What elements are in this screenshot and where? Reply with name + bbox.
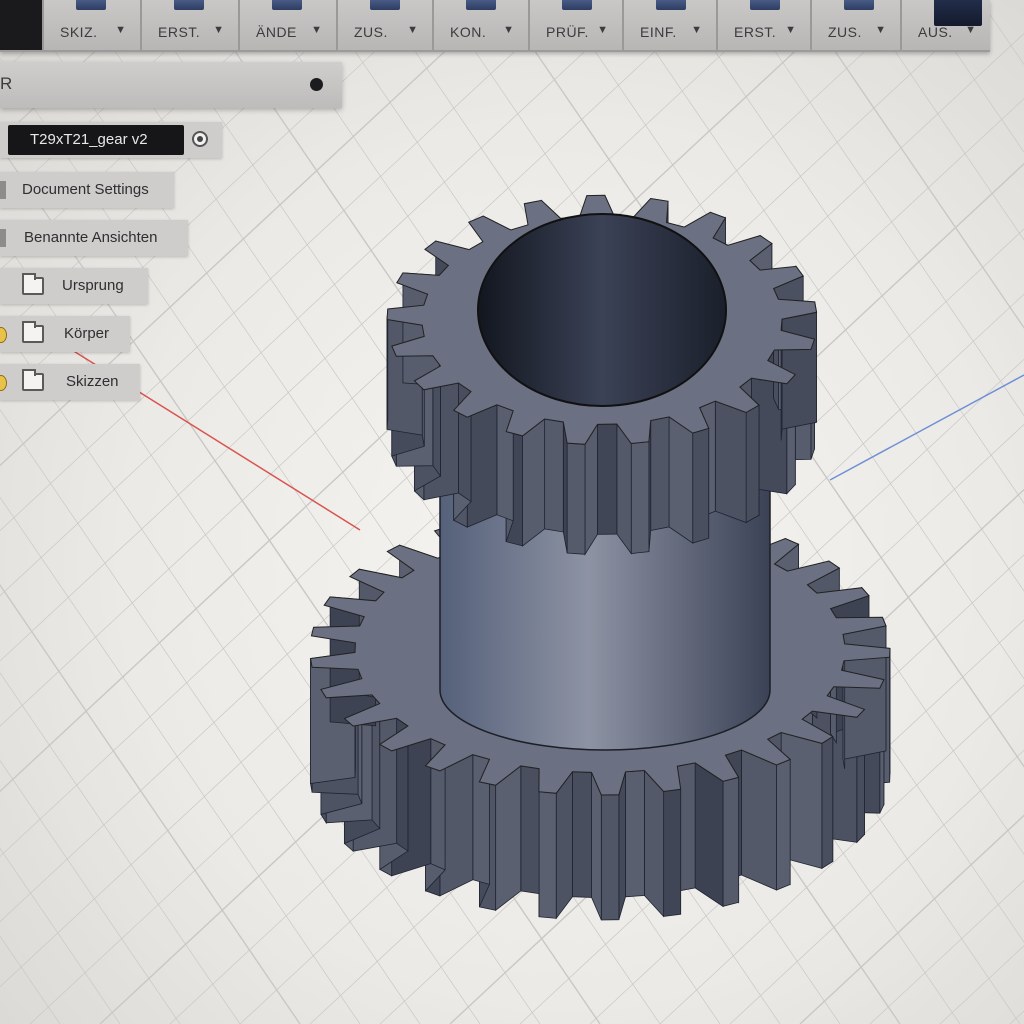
- toolbar-group-create[interactable]: ERST. ▼: [140, 0, 238, 50]
- browser-item-bodies[interactable]: Körper: [0, 316, 130, 352]
- gear-tooth-side: [616, 422, 632, 555]
- gear-tooth-side: [520, 765, 540, 895]
- gear-tooth-side: [495, 765, 522, 912]
- gear-tooth-side: [538, 791, 557, 919]
- gear-tooth-side: [522, 418, 546, 547]
- dropdown-caret-icon[interactable]: ▼: [213, 24, 224, 36]
- browser-item-label: Document Settings: [22, 181, 149, 198]
- toolbar-group-label: ÄNDE: [256, 24, 297, 40]
- visibility-bulb-icon[interactable]: [0, 375, 7, 391]
- browser-item-named-views[interactable]: Benannte Ansichten: [0, 220, 188, 256]
- gear-tooth-side: [745, 404, 760, 524]
- toolbar-group-addins[interactable]: ZUS. ▼: [810, 0, 900, 50]
- browser-item-origin[interactable]: Ursprung: [0, 268, 148, 304]
- toolbar-group-insert[interactable]: EINF. ▼: [622, 0, 716, 50]
- gear-tooth-side: [618, 771, 626, 920]
- dropdown-caret-icon[interactable]: ▼: [965, 24, 976, 36]
- dropdown-caret-icon[interactable]: ▼: [597, 24, 608, 36]
- toolbar-group-label: SKIZ.: [60, 24, 98, 40]
- gear-tooth-side: [544, 418, 564, 533]
- named-views-icon: [0, 229, 6, 247]
- browser-panel-header[interactable]: R: [0, 62, 342, 108]
- gear-tooth-side: [584, 422, 598, 556]
- browser-item-label: Benannte Ansichten: [24, 229, 158, 246]
- toolbar-group-modify[interactable]: ÄNDE ▼: [238, 0, 336, 50]
- gear-tooth-side: [692, 427, 710, 544]
- browser-root-node[interactable]: T29xT21_gear v2: [0, 122, 222, 158]
- toolbar-group-assemble[interactable]: ZUS. ▼: [336, 0, 432, 50]
- dropdown-caret-icon[interactable]: ▼: [785, 24, 796, 36]
- settings-icon: [0, 181, 6, 199]
- gear-tooth-side: [694, 762, 724, 908]
- folder-icon: [22, 273, 44, 295]
- toolbar-left-edge: [0, 0, 42, 50]
- main-toolbar: SKIZ. ▼ ERST. ▼ ÄNDE ▼ ZUS. ▼ KON. ▼ PRÜF. ▼ EINF. ▼ E…: [0, 0, 990, 52]
- folder-icon: [22, 321, 44, 343]
- fusion-workspace: SKIZ. ▼ ERST. ▼ ÄNDE ▼ ZUS. ▼ KON. ▼ PRÜF. ▼ EINF. ▼ E…: [0, 0, 1024, 1024]
- toolbar-group-make[interactable]: ERST. ▼: [716, 0, 810, 50]
- create-icon: [174, 0, 204, 10]
- toolbar-group-inspect[interactable]: PRÜF. ▼: [528, 0, 622, 50]
- gear-tooth-side: [597, 423, 618, 535]
- gear-tooth-side: [741, 749, 777, 891]
- gear-tooth-side: [566, 442, 586, 555]
- dropdown-caret-icon[interactable]: ▼: [407, 24, 418, 36]
- browser-item-sketches[interactable]: Skizzen: [0, 364, 140, 400]
- gear-tooth-side: [722, 776, 740, 907]
- gear-tooth-side: [625, 770, 645, 898]
- gear-tooth-side: [714, 400, 747, 524]
- toolbar-group-construct[interactable]: KON. ▼: [432, 0, 528, 50]
- select-icon: [934, 0, 982, 26]
- inspect-icon: [562, 0, 592, 10]
- visibility-bulb-icon[interactable]: [0, 327, 7, 343]
- dropdown-caret-icon[interactable]: ▼: [311, 24, 322, 36]
- pin-icon[interactable]: [310, 78, 323, 91]
- gear-tooth-side: [663, 788, 682, 917]
- gear-tooth-side: [591, 772, 602, 921]
- gear-tooth-side: [668, 416, 694, 544]
- gear-tooth-side: [821, 735, 834, 870]
- root-component-label: T29xT21_gear v2: [30, 131, 148, 148]
- gear-tooth-side: [650, 416, 670, 531]
- toolbar-group-label: ZUS.: [354, 24, 388, 40]
- browser-item-label: Skizzen: [66, 373, 119, 390]
- browser-item-label: Körper: [64, 325, 110, 342]
- root-component-chip[interactable]: T29xT21_gear v2: [8, 125, 184, 155]
- dropdown-caret-icon[interactable]: ▼: [115, 24, 126, 36]
- toolbar-group-sketch[interactable]: SKIZ. ▼: [42, 0, 140, 50]
- toolbar-group-label: KON.: [450, 24, 487, 40]
- gear-tooth-side: [600, 794, 620, 921]
- addins-icon: [844, 0, 874, 10]
- gear-tooth-side: [643, 769, 665, 918]
- toolbar-group-select[interactable]: AUS. ▼: [900, 0, 990, 50]
- toolbar-group-label: EINF.: [640, 24, 677, 40]
- toolbar-group-label: ERST.: [734, 24, 777, 40]
- activate-radio-icon[interactable]: [192, 131, 208, 147]
- construct-icon: [466, 0, 496, 10]
- assemble-icon: [370, 0, 400, 10]
- sketch-icon: [76, 0, 106, 10]
- toolbar-group-label: PRÜF.: [546, 24, 589, 40]
- modify-icon: [272, 0, 302, 10]
- browser-item-document-settings[interactable]: Document Settings: [0, 172, 174, 208]
- gear-tooth-side: [555, 770, 573, 920]
- toolbar-group-label: ZUS.: [828, 24, 862, 40]
- gear-tooth-side: [572, 771, 592, 898]
- gear-tooth-side: [466, 404, 498, 528]
- gear-tooth-side: [776, 758, 791, 891]
- gear-tooth-side: [386, 309, 389, 430]
- dropdown-caret-icon[interactable]: ▼: [503, 24, 514, 36]
- browser-title: R: [0, 74, 13, 93]
- folder-icon: [22, 369, 44, 391]
- browser-item-label: Ursprung: [62, 277, 124, 294]
- make-icon: [750, 0, 780, 10]
- toolbar-group-label: AUS.: [918, 24, 953, 40]
- dropdown-caret-icon[interactable]: ▼: [875, 24, 886, 36]
- dropdown-caret-icon[interactable]: ▼: [691, 24, 702, 36]
- toolbar-group-label: ERST.: [158, 24, 201, 40]
- insert-icon: [656, 0, 686, 10]
- gear-tooth-side: [630, 441, 650, 554]
- gear-bore: [477, 213, 727, 407]
